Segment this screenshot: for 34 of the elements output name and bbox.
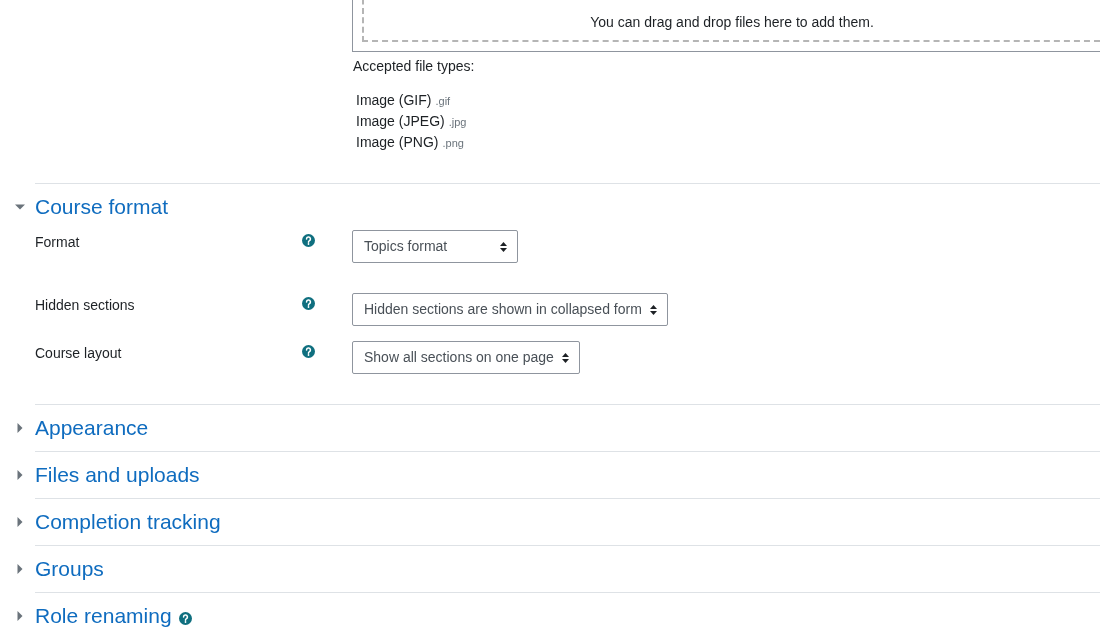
field-label: Hidden sections: [35, 297, 135, 313]
sort-arrows-icon: [500, 241, 507, 252]
help-icon[interactable]: [302, 297, 315, 310]
dropdown-select[interactable]: Topics format: [352, 230, 518, 263]
file-extension: .jpg: [448, 115, 467, 130]
caret-icon[interactable]: [15, 564, 25, 574]
caret-icon[interactable]: [15, 202, 25, 212]
file-type-name: Image (GIF): [356, 91, 432, 110]
dropdown-select[interactable]: Show all sections on one page: [352, 341, 580, 374]
caret-icon[interactable]: [15, 423, 25, 433]
section-heading-link[interactable]: Course format: [35, 193, 169, 221]
sort-arrows-icon: [561, 352, 569, 363]
section-heading-link[interactable]: Role renaming: [35, 602, 172, 630]
section-heading-link[interactable]: Appearance: [35, 414, 149, 442]
dropdown-select[interactable]: Hidden sections are shown in collapsed form: [352, 293, 668, 326]
file-type-name: Image (JPEG): [356, 112, 445, 131]
sort-arrows-icon: [649, 304, 657, 315]
help-icon[interactable]: [302, 345, 315, 358]
caret-icon[interactable]: [15, 611, 25, 621]
caret-icon[interactable]: [15, 470, 25, 480]
field-label: Course layout: [35, 345, 122, 361]
caret-icon[interactable]: [15, 517, 25, 527]
file-type-name: Image (PNG): [356, 133, 439, 152]
help-icon[interactable]: [178, 611, 192, 625]
file-drop-area[interactable]: You can drag and drop files here to add them.: [352, 0, 1100, 52]
file-extension: .gif: [435, 94, 451, 109]
drop-hint: You can drag and drop files here to add them.: [590, 13, 874, 32]
help-icon[interactable]: [302, 234, 315, 247]
section-heading-link[interactable]: Completion tracking: [35, 508, 221, 536]
field-label: Format: [35, 234, 80, 250]
accepted-types-label: Accepted file types:: [353, 57, 476, 76]
section-heading-link[interactable]: Files and uploads: [35, 461, 200, 489]
file-extension: .png: [442, 136, 464, 151]
section-heading-link[interactable]: Groups: [35, 555, 104, 583]
